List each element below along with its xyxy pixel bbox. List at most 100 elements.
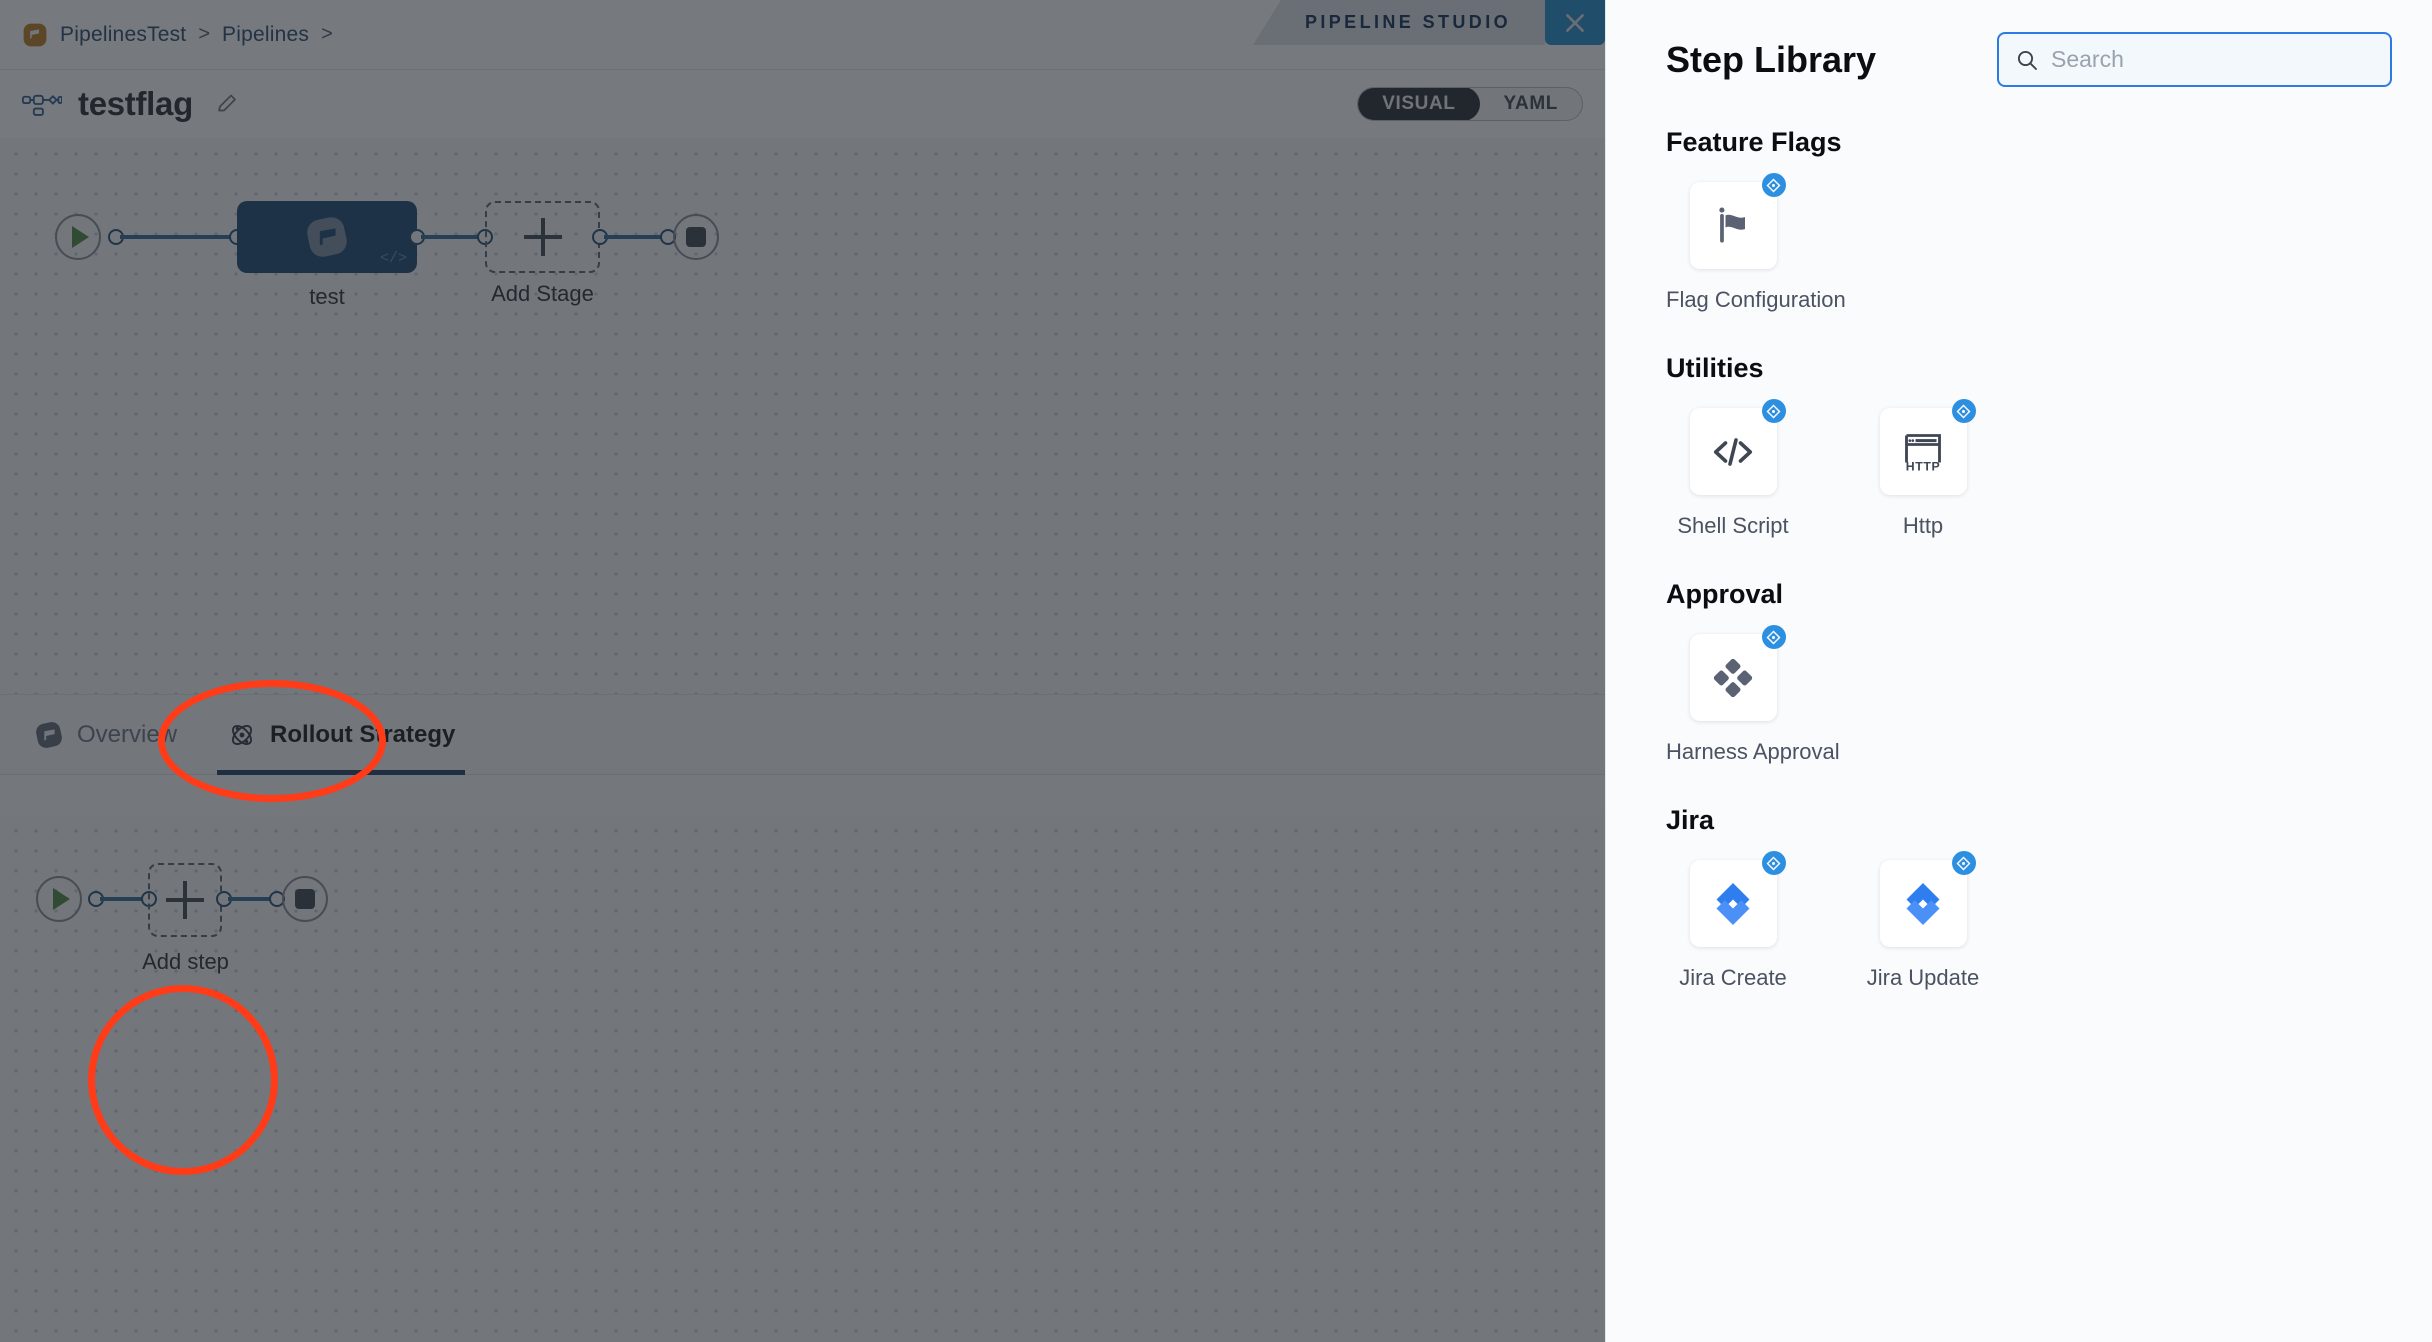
flag-icon (1719, 207, 1745, 242)
drag-move-icon (1766, 856, 1781, 870)
tab-overview-label: Overview (77, 720, 178, 748)
add-step-node[interactable] (148, 863, 222, 937)
tab-rollout-strategy[interactable]: Rollout Strategy (207, 694, 475, 775)
step-card-tile[interactable]: HTTP (1879, 399, 1976, 495)
step-card-shell-script[interactable]: Shell Script (1666, 399, 1800, 539)
close-icon (1566, 13, 1584, 32)
breadcrumb-item-1[interactable]: Pipelines (222, 23, 309, 47)
step-card-harness-approval[interactable]: Harness Approval (1666, 625, 1840, 765)
stage-node-label: test (309, 284, 345, 309)
connector-line (120, 235, 233, 239)
drag-badge (1951, 399, 1976, 423)
code-icon (1713, 437, 1753, 466)
step-card-tile[interactable] (1689, 173, 1786, 269)
svg-text:HTTP: HTTP (1906, 459, 1940, 473)
add-stage-node[interactable] (485, 201, 600, 273)
search-icon (2017, 50, 2037, 70)
section-approval: Approval Harness Approval (1606, 579, 2432, 765)
breadcrumb-item-0[interactable]: PipelinesTest (60, 23, 186, 47)
search-box[interactable] (1997, 32, 2392, 87)
section-feature-flags: Feature Flags Flag Configuration (1606, 127, 2432, 313)
step-card-tile[interactable] (1689, 399, 1786, 495)
search-input[interactable] (2051, 46, 2374, 73)
breadcrumb-separator-1: > (321, 23, 333, 45)
section-cards: Shell Script HTTP Http (1666, 399, 2372, 539)
tab-rollout-strategy-label: Rollout Strategy (270, 720, 456, 748)
section-cards: Harness Approval (1666, 625, 2372, 765)
http-icon: HTTP (1905, 433, 1941, 473)
section-cards: Jira Create Jira Update (1666, 851, 2372, 991)
drag-badge (1761, 625, 1786, 649)
step-end-node[interactable] (282, 876, 328, 922)
breadcrumb-separator-0: > (198, 23, 211, 45)
pipeline-start-node[interactable] (55, 214, 101, 260)
drag-move-icon (1766, 404, 1781, 418)
section-title: Approval (1666, 579, 1784, 609)
connector-line (604, 235, 664, 239)
play-icon (52, 888, 70, 910)
add-step-label: Add step (142, 949, 229, 974)
stage-code-badge: </> (379, 250, 407, 267)
step-card-label: Jira Create (1679, 965, 1787, 990)
step-card-jira-create[interactable]: Jira Create (1666, 851, 1800, 991)
jira-icon (1906, 882, 1940, 925)
stage-canvas[interactable]: </> test Add Stage (0, 138, 1605, 694)
stage-node-test[interactable]: </> (237, 201, 417, 273)
step-card-label: Flag Configuration (1666, 287, 1846, 312)
step-card-jira-update[interactable]: Jira Update (1856, 851, 1990, 991)
play-icon (71, 226, 89, 248)
harness-diamond-icon (1713, 658, 1753, 697)
step-library-panel: Step Library Feature Flags (1605, 0, 2432, 1342)
pipeline-studio: PipelinesTest > Pipelines > PIPELINE STU… (0, 0, 1605, 1342)
connector-line (228, 897, 274, 901)
drag-badge (1951, 851, 1976, 875)
close-panel-button[interactable] (1545, 0, 1605, 45)
stop-icon (686, 227, 706, 247)
section-utilities: Utilities Shell Script HTTP Http (1606, 353, 2432, 539)
harness-logo-icon (23, 23, 47, 46)
drag-badge (1761, 173, 1786, 197)
pipeline-nodes-icon (22, 94, 62, 116)
drag-badge (1761, 399, 1786, 423)
pipeline-title-row: testflag VISUAL YAML (0, 70, 1605, 138)
pencil-icon[interactable] (215, 92, 239, 116)
connector-line (421, 235, 481, 239)
drag-badge (1761, 851, 1786, 875)
toggle-option-visual[interactable]: VISUAL (1358, 88, 1480, 120)
step-card-tile[interactable] (1879, 851, 1976, 947)
step-start-node[interactable] (36, 876, 82, 922)
jira-icon (1716, 882, 1750, 925)
feature-flag-icon (36, 721, 62, 748)
section-jira: Jira Jira Create Jira Update (1606, 805, 2432, 991)
add-stage-label: Add Stage (491, 281, 594, 306)
feature-flag-icon (307, 217, 347, 257)
page-title: testflag (78, 85, 193, 122)
toggle-option-yaml[interactable]: YAML (1480, 88, 1582, 120)
plus-icon (166, 881, 204, 919)
drag-move-icon (1956, 856, 1971, 870)
view-mode-toggle[interactable]: VISUAL YAML (1357, 87, 1583, 121)
drag-move-icon (1766, 630, 1781, 644)
atom-icon (232, 724, 253, 745)
step-canvas[interactable]: Add step (0, 815, 1605, 1342)
step-card-label: Http (1902, 513, 1944, 538)
pipeline-end-node[interactable] (673, 214, 719, 260)
step-card-label: Harness Approval (1666, 739, 1840, 764)
drag-move-icon (1956, 404, 1971, 418)
section-title: Utilities (1666, 353, 1764, 383)
drag-move-icon (1766, 178, 1781, 192)
section-title: Feature Flags (1666, 127, 1842, 157)
app-root: PipelinesTest > Pipelines > PIPELINE STU… (0, 0, 2432, 1342)
step-card-flag-configuration[interactable]: Flag Configuration (1666, 173, 1846, 313)
step-card-tile[interactable] (1689, 625, 1786, 721)
plus-icon (523, 218, 562, 256)
step-card-label: Shell Script (1677, 513, 1789, 538)
stop-icon (295, 889, 315, 909)
section-title: Jira (1666, 805, 1715, 835)
step-card-tile[interactable] (1689, 851, 1786, 947)
section-cards: Flag Configuration (1666, 173, 2372, 313)
tab-overview[interactable]: Overview (14, 694, 197, 775)
pipeline-studio-tag: PIPELINE STUDIO (1252, 0, 1545, 45)
step-library-header: Step Library (1606, 0, 2432, 87)
step-card-http[interactable]: HTTP Http (1856, 399, 1990, 539)
